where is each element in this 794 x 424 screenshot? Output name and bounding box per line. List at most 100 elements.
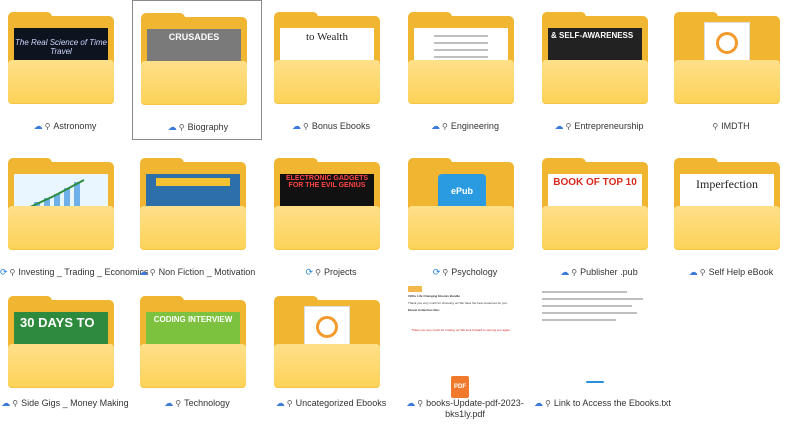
- person-icon: ⚲: [44, 122, 51, 131]
- folder-tile[interactable]: CODING INTERVIEW ☁ ⚲ Technology: [132, 284, 262, 424]
- folder-label: ⟳ ⚲ Psychology: [432, 267, 498, 277]
- pdf-label: Ebook Collection Site:: [408, 308, 440, 312]
- folder-tile[interactable]: ☁ ⚲ Engineering: [400, 0, 530, 140]
- file-label: ☁ ⚲ books-Update-pdf-2023-bks1ly.pdf: [406, 398, 524, 419]
- cover-text: ELECTRONIC GADGETS FOR THE EVIL GENIUS: [285, 175, 369, 189]
- cloud-icon: ☁: [164, 398, 174, 408]
- document-icon: [716, 32, 738, 54]
- folder-label: ☁ ⚲ Biography: [167, 122, 229, 132]
- folder-tile[interactable]: ELECTRONIC GADGETS FOR THE EVIL GENIUS ⟳…: [266, 146, 396, 286]
- cover-text: Imperfection: [696, 177, 758, 191]
- cloud-icon: ☁: [33, 121, 43, 131]
- cloud-icon: ☁: [688, 267, 698, 277]
- folder-label: ⚲ IMDTH: [712, 121, 750, 131]
- folder-icon: ePub: [408, 158, 514, 250]
- cloud-icon: ☁: [292, 121, 302, 131]
- cover-text: BOOK OF TOP 10: [553, 177, 637, 188]
- folder-tile[interactable]: ⟳ ⚲ Investing _ Trading _ Economics: [0, 146, 149, 286]
- folder-icon: ELECTRONIC GADGETS FOR THE EVIL GENIUS: [274, 158, 380, 250]
- cloud-icon: ☁: [138, 267, 148, 277]
- folder-tile[interactable]: Imperfection ☁ ⚲ Self Help eBook: [666, 146, 794, 286]
- cloud-icon: ☁: [431, 121, 441, 131]
- folder-icon: The Real Science of Time Travel: [8, 12, 114, 104]
- txt-preview: [542, 284, 648, 414]
- person-icon: ⚲: [9, 268, 16, 277]
- cloud-icon: ☁: [167, 122, 177, 132]
- folder-icon: to Wealth: [274, 12, 380, 104]
- person-icon: ⚲: [545, 399, 551, 408]
- folder-tile[interactable]: ☁ ⚲ Uncategorized Ebooks: [266, 284, 396, 424]
- cover-text: CRUSADES: [168, 32, 220, 42]
- folder-label: ☁ ⚲ Self Help eBook: [688, 267, 774, 277]
- folder-label: ☁ ⚲ Technology: [164, 398, 230, 408]
- cover-text: 30 DAYS TO: [20, 315, 95, 330]
- folder-tile[interactable]: ☁ ⚲ Non Fiction _ Motivation: [132, 146, 262, 286]
- folder-label: ☁ ⚲ Engineering: [431, 121, 499, 131]
- folder-tile[interactable]: 30 DAYS TO ☁ ⚲ Side Gigs _ Money Making: [0, 284, 130, 424]
- person-icon: ⚲: [699, 268, 706, 277]
- folder-icon: [674, 12, 780, 104]
- folder-label: ☁ ⚲ Publisher .pub: [560, 267, 638, 277]
- folder-tile[interactable]: ePub ⟳ ⚲ Psychology: [400, 146, 530, 286]
- file-label: ☁ ⚲ Link to Access the Ebooks.txt: [534, 398, 671, 408]
- folder-icon: [8, 158, 114, 250]
- folder-label: ☁ ⚲ Entrepreneurship: [554, 121, 644, 131]
- folder-icon: [274, 296, 380, 388]
- person-icon: ⚲: [286, 399, 293, 408]
- file-tile-pdf[interactable]: 1000+ Life Changing Ebooks Bundle Thank …: [400, 284, 530, 419]
- person-icon: ⚲: [417, 399, 424, 408]
- cover-text: to Wealth: [306, 31, 348, 43]
- person-icon: ⚲: [712, 122, 719, 131]
- sync-icon: ⟳: [432, 267, 441, 277]
- folder-icon: & SELF-AWARENESS: [542, 12, 648, 104]
- folder-tile[interactable]: BOOK OF TOP 10 ☁ ⚲ Publisher .pub: [534, 146, 664, 286]
- cover-text: & SELF-AWARENESS: [551, 31, 634, 40]
- cover-text: ePub: [450, 186, 473, 196]
- pdf-icon: PDF: [451, 376, 469, 398]
- person-icon: ⚲: [12, 399, 19, 408]
- folder-icon: Imperfection: [674, 158, 780, 250]
- folder-label: ☁ ⚲ Non Fiction _ Motivation: [138, 267, 256, 277]
- person-icon: ⚲: [303, 122, 309, 131]
- folder-icon: BOOK OF TOP 10: [542, 158, 648, 250]
- cloud-icon: ☁: [1, 398, 11, 408]
- file-tile-txt[interactable]: ☁ ⚲ Link to Access the Ebooks.txt: [534, 284, 671, 424]
- pdf-line: Thank you very much for choosing us! We …: [408, 301, 508, 305]
- person-icon: ⚲: [565, 122, 572, 131]
- folder-icon: [408, 12, 514, 104]
- cloud-icon: ☁: [560, 267, 570, 277]
- folder-tile[interactable]: to Wealth ☁ ⚲ Bonus Ebooks: [266, 0, 396, 140]
- pdf-footer: Thank you very much for trusting us! We …: [411, 328, 511, 332]
- person-icon: ⚲: [149, 268, 156, 277]
- folder-icon: CRUSADES: [141, 13, 247, 105]
- folder-tile[interactable]: ⚲ IMDTH: [666, 0, 794, 140]
- folder-icon: [140, 158, 246, 250]
- folder-icon: CODING INTERVIEW: [140, 296, 246, 388]
- folder-label: ☁ ⚲ Side Gigs _ Money Making: [1, 398, 129, 408]
- cloud-icon: ☁: [534, 398, 543, 408]
- pdf-title: 1000+ Life Changing Ebooks Bundle: [408, 294, 460, 298]
- folder-tile[interactable]: & SELF-AWARENESS ☁ ⚲ Entrepreneurship: [534, 0, 664, 140]
- person-icon: ⚲: [315, 268, 321, 277]
- folder-label: ⟳ ⚲ Investing _ Trading _ Economics: [0, 267, 149, 277]
- cover-text: CODING INTERVIEW: [153, 315, 233, 324]
- folder-label: ☁ ⚲ Bonus Ebooks: [292, 121, 370, 131]
- pdf-preview: 1000+ Life Changing Ebooks Bundle Thank …: [408, 284, 514, 412]
- folder-label: ☁ ⚲ Uncategorized Ebooks: [275, 398, 387, 408]
- folder-tile[interactable]: The Real Science of Time Travel ☁ ⚲ Astron…: [0, 0, 130, 140]
- person-icon: ⚲: [442, 268, 449, 277]
- person-icon: ⚲: [571, 268, 578, 277]
- folder-label: ⟳ ⚲ Projects: [305, 267, 357, 277]
- text-file-icon: [586, 381, 604, 383]
- person-icon: ⚲: [442, 122, 448, 131]
- logo-icon: [408, 286, 422, 292]
- folder-icon: 30 DAYS TO: [8, 296, 114, 388]
- person-icon: ⚲: [175, 399, 182, 408]
- cloud-icon: ☁: [554, 121, 564, 131]
- document-icon: [316, 316, 338, 338]
- folder-tile[interactable]: CRUSADES ☁ ⚲ Biography: [132, 0, 262, 140]
- sync-icon: ⟳: [0, 267, 8, 277]
- folder-label: ☁ ⚲ Astronomy: [33, 121, 97, 131]
- cloud-icon: ☁: [406, 398, 416, 408]
- sync-icon: ⟳: [305, 267, 314, 277]
